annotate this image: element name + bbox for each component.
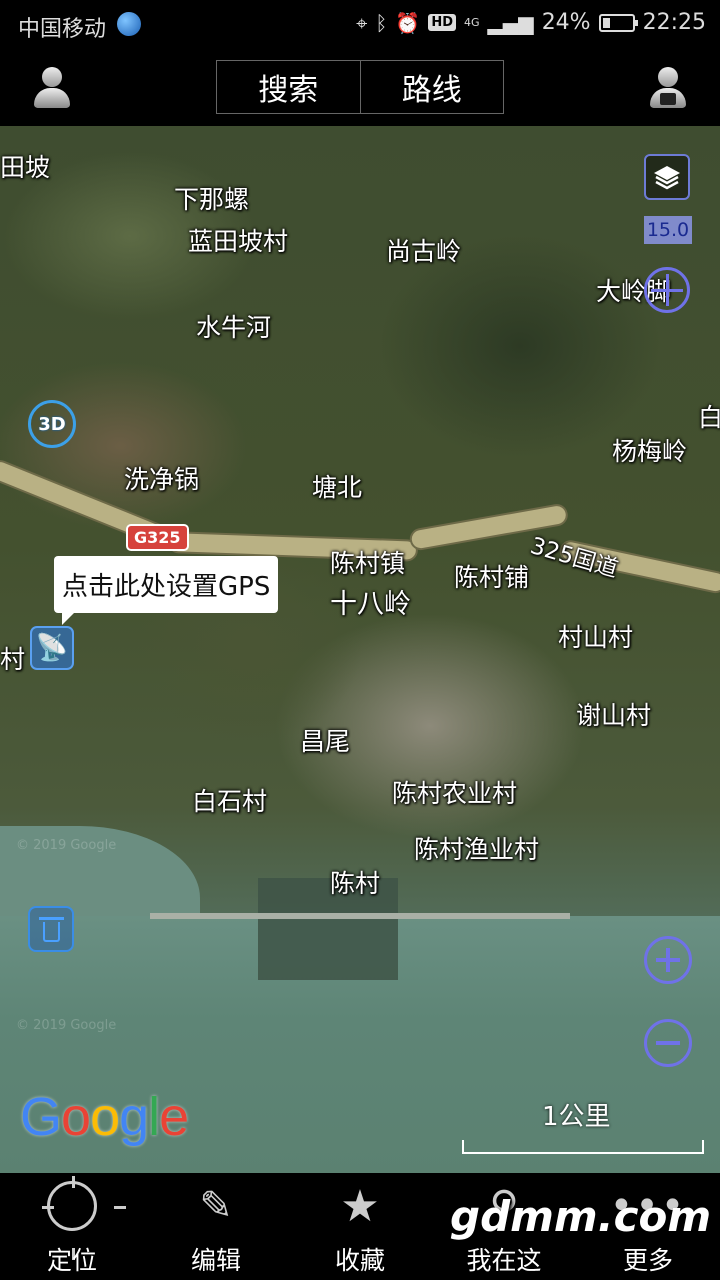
trash-icon [39,917,64,920]
nav-label: 我在这 [466,1246,542,1275]
tab-search[interactable]: 搜索 [217,61,360,113]
trash-button[interactable] [28,906,74,952]
nav-edit[interactable]: ✎ 编辑 [144,1173,288,1280]
zoom-level-badge: 15.0 [644,216,692,244]
nav-locate[interactable]: 定位 [0,1173,144,1280]
place-label[interactable]: 陈村渔业村 [414,830,539,866]
star-icon: ★ [340,1180,380,1232]
gps-signal-button[interactable]: 📡 [30,626,74,670]
place-label[interactable]: 田坡 [0,148,50,184]
gps-tooltip[interactable]: 点击此处设置GPS [54,556,279,625]
battery-fill [602,17,611,28]
pencil-icon: ✎ [199,1183,233,1229]
place-label[interactable]: 洗净锅 [124,460,199,496]
place-label[interactable]: 下那螺 [174,180,249,216]
map-watermark-2: © 2019 Google [16,838,117,853]
place-label[interactable]: 陈村农业村 [392,774,517,810]
place-label[interactable]: 白 [698,398,720,434]
place-label[interactable]: 村 [0,640,25,676]
alarm-icon: ⏰ [395,10,421,35]
google-logo-letter: o [61,1087,91,1147]
network-type: 4G [464,15,480,29]
place-label[interactable]: 蓝田坡村 [188,222,288,258]
place-label[interactable]: 陈村铺 [454,558,529,594]
tab-group: 搜索 路线 [216,60,504,114]
top-bar: 搜索 路线 [0,50,720,126]
place-label[interactable]: 白石村 [192,782,267,818]
google-logo-letter: g [119,1087,149,1147]
place-label[interactable]: 水牛河 [196,308,271,344]
road-label[interactable]: 325国道 [527,526,623,583]
google-logo-letter: e [159,1087,189,1147]
user-icon [42,67,62,87]
bluetooth-icon: ᛒ [375,10,388,35]
scale-label: 1公里 [542,1102,611,1132]
google-logo-letter: l [148,1087,160,1147]
trash-icon-can [43,922,60,942]
nav-label: 定位 [46,1246,97,1275]
3d-toggle-button[interactable]: 3D [28,400,76,448]
location-icon: ⌖ [356,10,368,35]
compass-button[interactable] [644,267,690,313]
place-label[interactable]: 村山村 [558,618,633,654]
battery-percent: 24% [541,10,591,35]
satellite-map[interactable]: G325 田坡 下那螺 蓝田坡村 尚古岭 大岭脚 水牛河 白 杨梅岭 洗净锅 塘… [0,126,720,1173]
google-logo: Google [20,1086,189,1148]
tab-route[interactable]: 路线 [359,61,504,113]
carrier-name: 中国移动 [18,17,107,42]
place-label[interactable]: 尚古岭 [386,232,461,268]
layers-icon [654,166,680,190]
zoom-in-button[interactable] [644,936,692,984]
google-logo-letter: G [20,1087,62,1147]
satellite-icon: 📡 [35,633,69,663]
lock-icon [660,93,676,105]
battery-icon [598,13,638,32]
hd-badge: HD [428,14,456,31]
user-lock-button[interactable] [644,63,692,111]
place-label[interactable]: 十八岭 [330,582,411,621]
place-label[interactable]: 陈村 [330,864,380,900]
crosshair-icon [42,1176,126,1260]
place-label[interactable]: 杨梅岭 [612,432,687,468]
place-label[interactable]: 谢山村 [576,696,651,732]
map-watermark: © 2019 Google [16,1018,117,1033]
zoom-out-button[interactable] [644,1019,692,1067]
place-label[interactable]: 陈村镇 [330,544,405,580]
user-button[interactable] [28,63,76,111]
clock: 22:25 [642,10,706,35]
scale-bar [462,1140,704,1154]
site-watermark: gdmm.com [450,1192,712,1241]
place-label[interactable]: 昌尾 [300,722,350,758]
layers-button[interactable] [644,154,690,200]
pier [150,913,570,919]
road-shield: G325 [126,524,189,551]
status-icons: ⌖ ᛒ ⏰ HD 4G ▂▄▆ 24% 22:25 [356,10,706,35]
google-logo-letter: o [90,1087,120,1147]
nav-favorites[interactable]: ★ 收藏 [288,1173,432,1280]
user-lock-icon [658,67,678,87]
nav-label: 收藏 [334,1246,385,1275]
browser-icon [117,12,141,36]
signal-icon: ▂▄▆ [487,10,534,35]
nav-label: 编辑 [190,1246,241,1275]
nav-label: 更多 [622,1246,673,1275]
user-icon-body [34,88,70,108]
place-label[interactable]: 塘北 [312,468,362,504]
status-bar: 中国移动 ⌖ ᛒ ⏰ HD 4G ▂▄▆ 24% 22:25 [0,0,720,50]
